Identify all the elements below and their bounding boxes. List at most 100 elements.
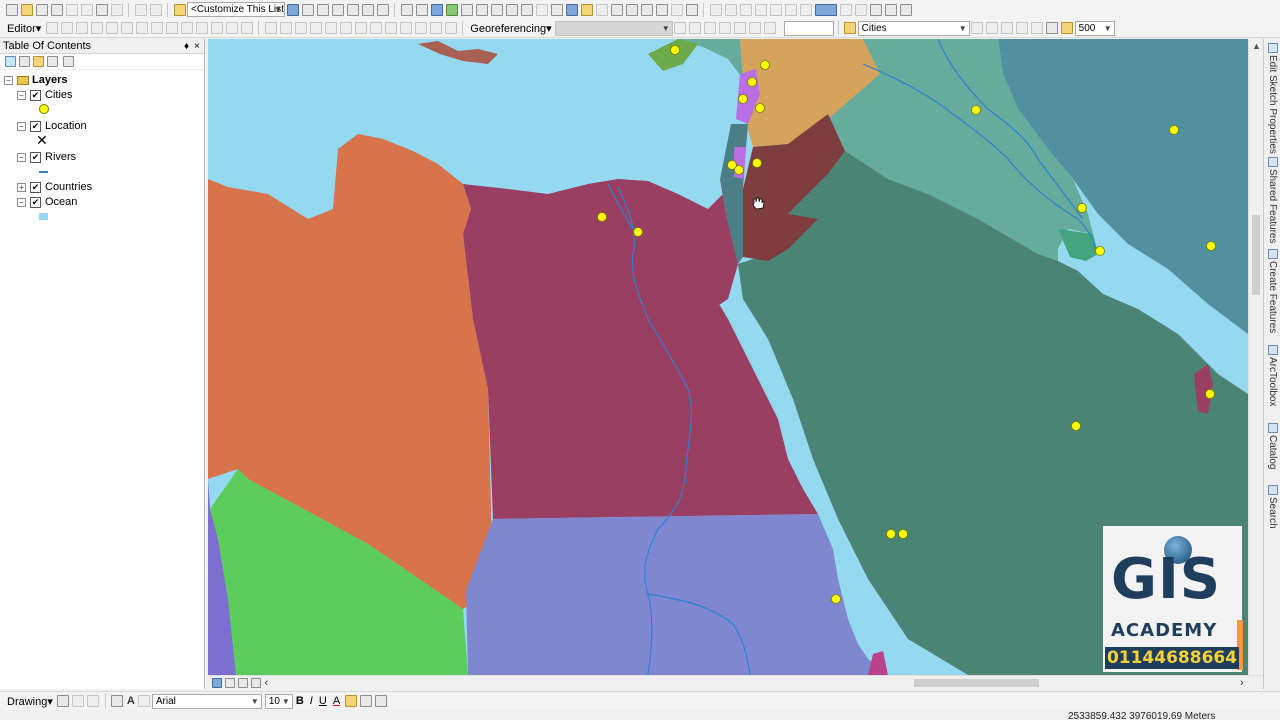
marker-color-icon[interactable] [374,695,387,707]
horizontal-scroll-thumb[interactable] [914,679,1039,687]
topology-icon[interactable] [444,22,457,34]
list-by-drawing-order-icon[interactable] [4,56,16,67]
customize-list-combo[interactable]: <Customize This List ▼ [187,2,285,17]
hyperlink-lightning-icon[interactable] [580,3,593,16]
view-link-table-icon[interactable] [734,22,747,34]
bold-button[interactable]: B [293,695,307,707]
find-route-icon[interactable] [640,3,653,16]
select-features-icon[interactable] [520,3,533,16]
map-vertical-scrollbar[interactable]: ▲ [1248,39,1263,675]
delete-icon[interactable] [110,3,123,16]
print-icon[interactable] [50,3,63,16]
expand-icon[interactable]: + [17,182,26,192]
topology-icon[interactable] [339,22,352,34]
city-point-symbol-icon[interactable] [39,104,49,114]
collapse-icon[interactable]: − [17,197,26,207]
georef-layer-combo[interactable]: ▼ [554,20,673,36]
layer-visibility-checkbox[interactable]: ✔ [30,181,41,193]
city-point[interactable] [755,103,765,113]
georef-tool-icon[interactable] [709,3,722,16]
search-window-icon[interactable] [331,3,344,16]
font-color-button[interactable]: A [330,695,343,707]
map-view[interactable] [208,39,1248,675]
cut-polygons-icon[interactable] [165,22,178,34]
pause-drawing-icon[interactable] [251,677,261,688]
contrast-icon[interactable] [971,22,984,34]
copy-icon[interactable] [80,3,93,16]
magnifier-icon[interactable] [764,22,777,34]
select-elements-arrow-icon[interactable] [550,3,563,16]
fill-color-icon[interactable] [344,695,357,707]
tab-create-features[interactable]: Create Features [1265,249,1280,337]
undo-icon[interactable] [134,3,147,16]
split-icon[interactable] [180,22,193,34]
point-icon[interactable] [120,22,133,34]
back-extent-icon[interactable] [490,3,503,16]
spatial-adjust-icon[interactable] [839,3,852,16]
redo-icon[interactable] [149,3,162,16]
topology-icon[interactable] [294,22,307,34]
swipe-icon[interactable] [1016,22,1029,34]
transparency-icon[interactable] [1001,22,1014,34]
editor-menu-button[interactable]: Editor▾ [4,22,44,35]
tab-arctoolbox[interactable]: ArcToolbox [1265,345,1280,413]
collapse-icon[interactable]: − [17,121,26,131]
brightness-icon[interactable] [986,22,999,34]
go-to-xy-icon[interactable] [655,3,668,16]
layout-tool-icon[interactable] [884,3,897,16]
refresh-view-icon[interactable] [238,677,248,688]
full-extent-icon[interactable] [1046,22,1059,34]
city-point[interactable] [1205,389,1215,399]
list-by-visibility-icon[interactable] [32,56,44,67]
italic-button[interactable]: I [307,695,316,707]
ocean-fill-symbol-icon[interactable] [39,213,48,220]
scale-raster-icon[interactable] [704,22,717,34]
toc-root-layers[interactable]: − Layers [4,73,67,87]
river-line-symbol-icon[interactable] [39,171,48,173]
add-data-icon[interactable] [173,3,186,16]
city-point[interactable] [1071,421,1081,431]
georef-tool-icon[interactable] [769,3,782,16]
table-icon[interactable] [301,3,314,16]
city-point[interactable] [886,529,896,539]
collapse-icon[interactable]: − [17,152,26,162]
drawing-menu-button[interactable]: Drawing▾ [4,695,56,708]
open-folder-icon[interactable] [20,3,33,16]
attributes-icon[interactable] [210,22,223,34]
georeferencing-menu-button[interactable]: Georeferencing▾ [467,22,554,35]
shift-raster-icon[interactable] [689,22,702,34]
cut-icon[interactable] [65,3,78,16]
city-point[interactable] [971,105,981,115]
rotate-icon[interactable] [195,22,208,34]
toc-layer-ocean[interactable]: − ✔ Ocean [17,195,77,209]
create-features-icon[interactable] [240,22,253,34]
georef-tool-icon[interactable] [724,3,737,16]
topology-icon[interactable] [384,22,397,34]
straight-segment-icon[interactable] [75,22,88,34]
edit-annotation-icon[interactable] [60,22,73,34]
create-viewer-window-icon[interactable] [685,3,698,16]
close-icon[interactable]: × [194,39,200,54]
spatial-adjust-icon[interactable] [854,3,867,16]
line-color-icon[interactable] [359,695,372,707]
layout-tool-icon[interactable] [899,3,912,16]
edit-vertices-icon[interactable] [138,695,151,707]
pan-hand-icon[interactable] [430,3,443,16]
topology-icon[interactable] [429,22,442,34]
city-point[interactable] [738,94,748,104]
city-point[interactable] [747,77,757,87]
georef-tool-icon[interactable] [739,3,752,16]
font-combo[interactable]: Arial ▼ [151,693,262,709]
zoom-to-selected-icon[interactable] [87,695,100,707]
python-window-icon[interactable] [361,3,374,16]
fixed-zoom-out-icon[interactable] [475,3,488,16]
end-point-arc-icon[interactable] [90,22,103,34]
toc-layer-cities[interactable]: − ✔ Cities [17,88,73,102]
edit-tool-icon[interactable] [45,22,58,34]
tab-search[interactable]: Search [1265,485,1280,533]
topology-icon[interactable] [309,22,322,34]
rectangle-tool-icon[interactable] [111,695,124,707]
catalog-window-icon[interactable] [316,3,329,16]
topology-icon[interactable] [354,22,367,34]
georef-value-input[interactable] [783,20,834,36]
